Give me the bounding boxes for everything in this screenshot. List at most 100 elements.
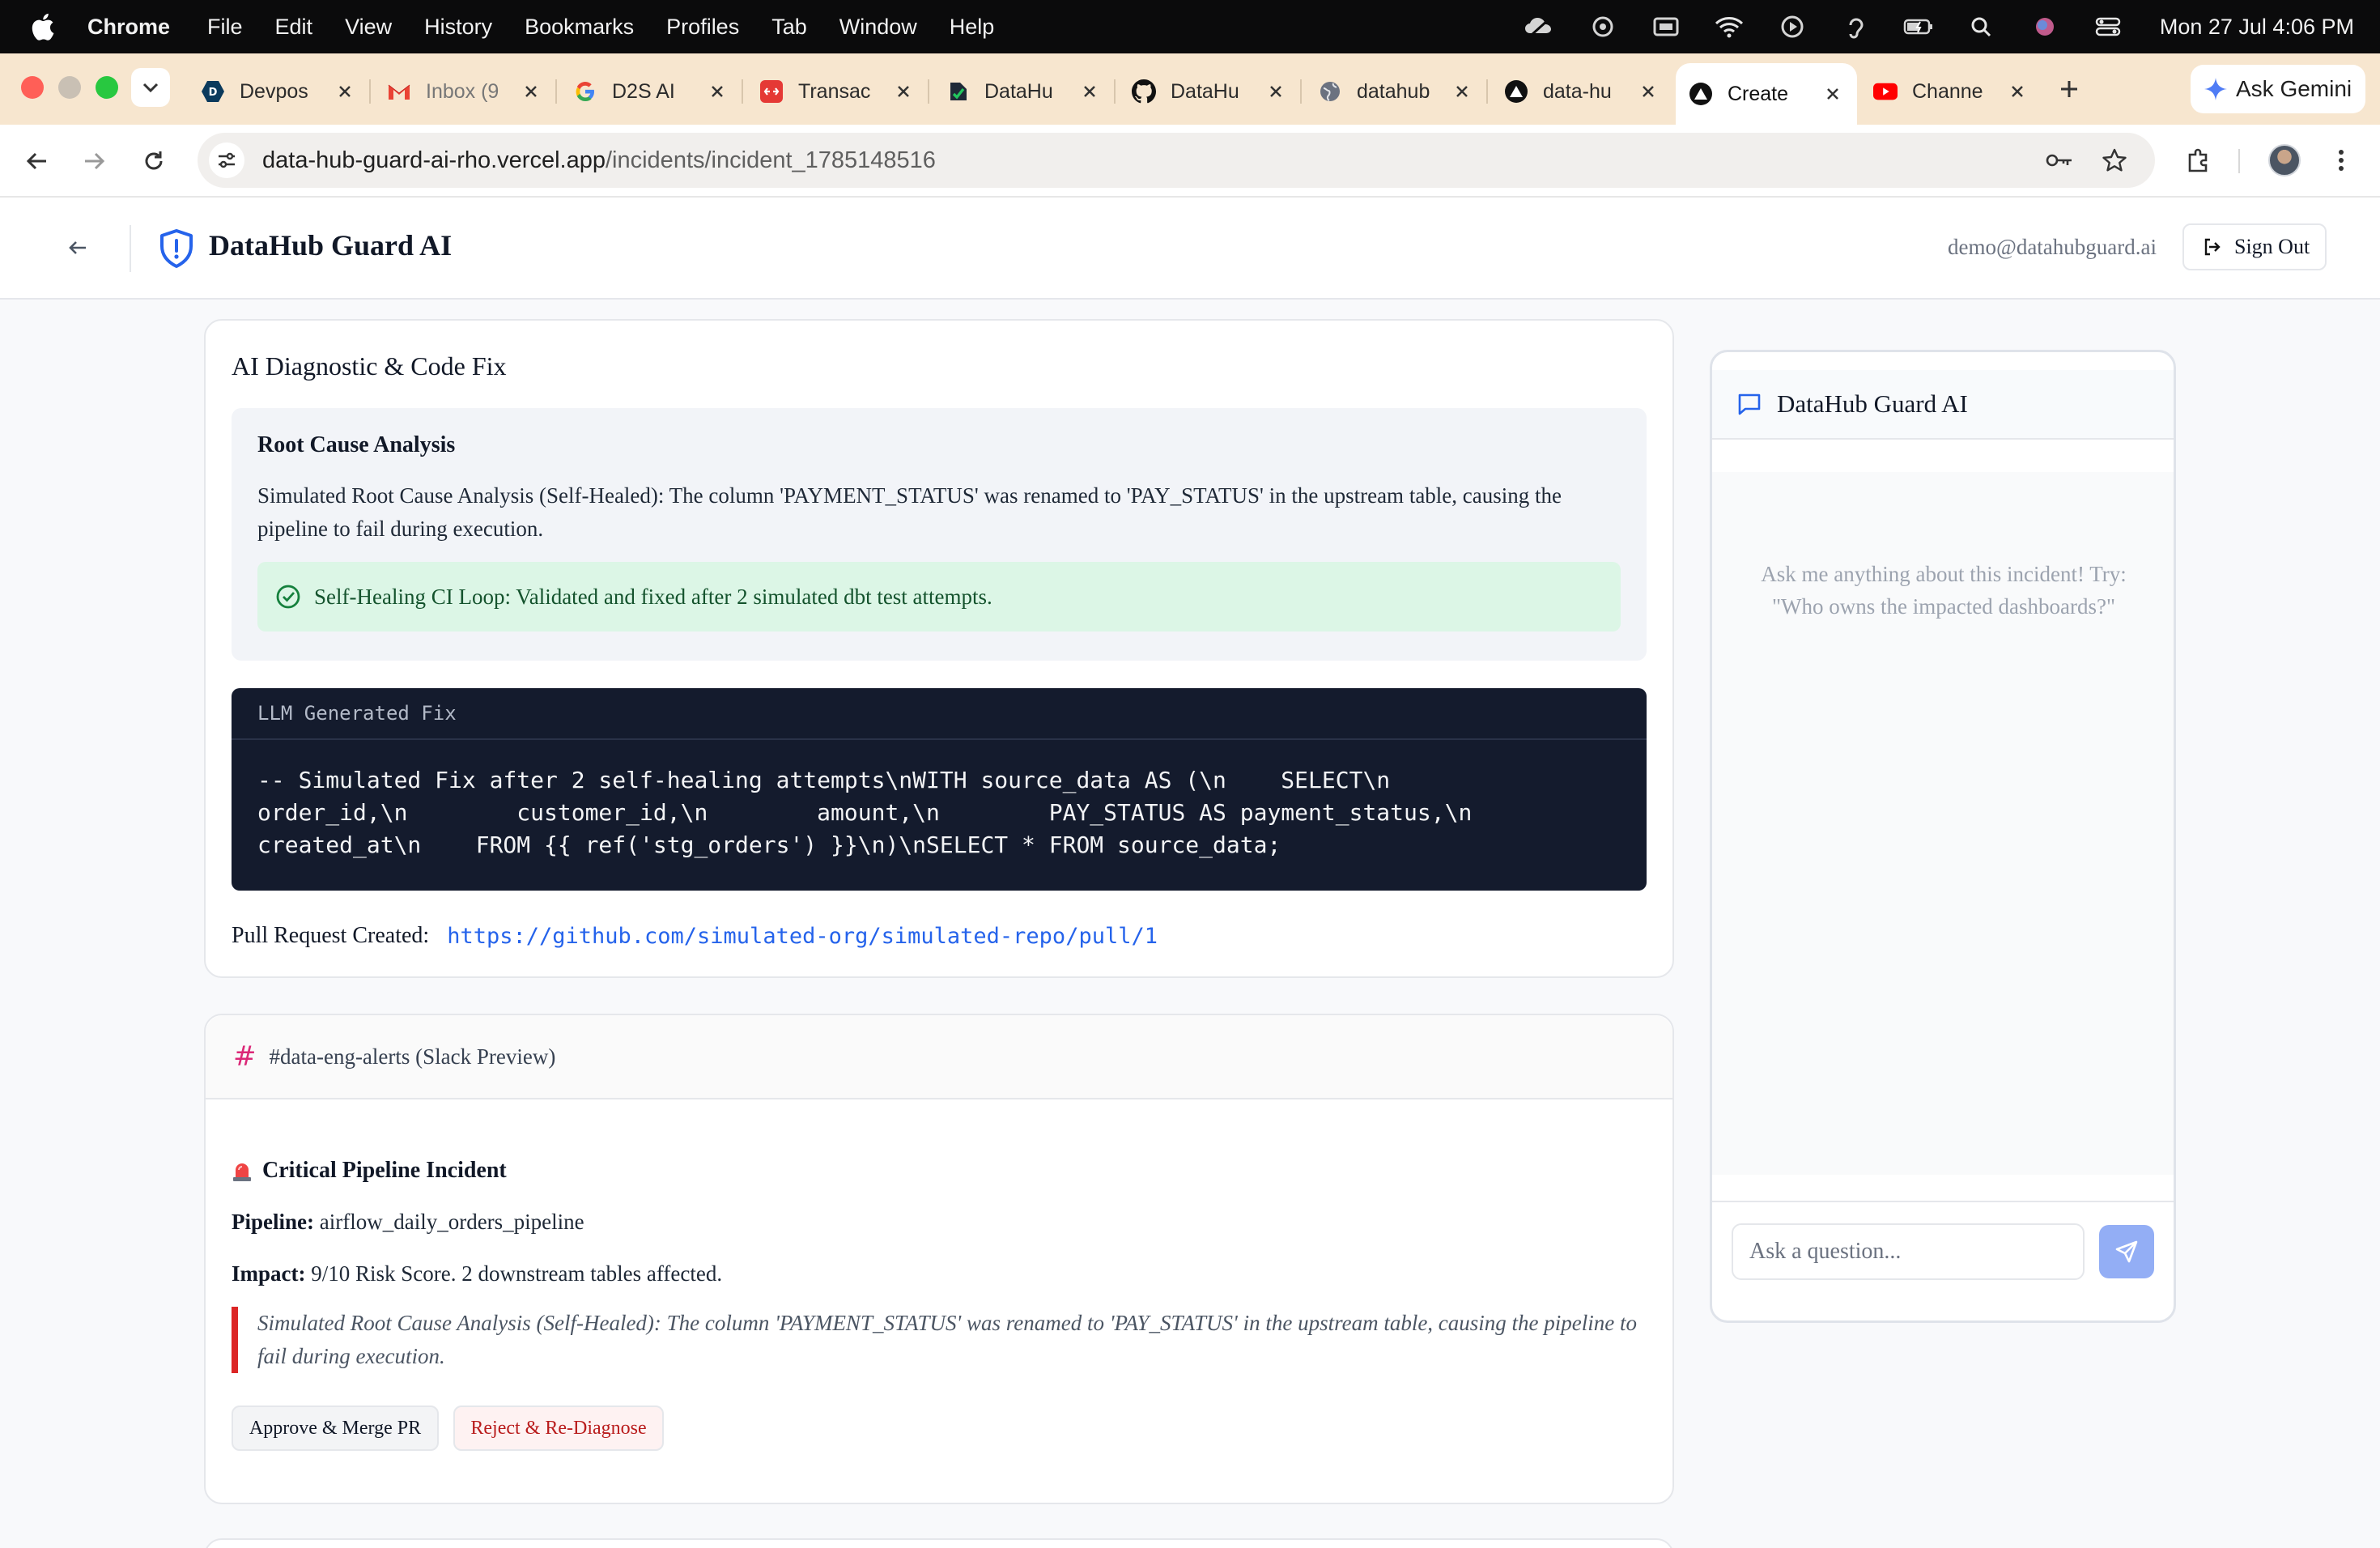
avatar (2268, 144, 2301, 176)
window-close-button[interactable] (21, 76, 44, 99)
tab-close-icon[interactable] (2006, 80, 2029, 103)
menu-window[interactable]: Window (839, 15, 917, 40)
back-nav-button[interactable] (60, 230, 96, 266)
code-line: created_at\n FROM {{ ref('stg_orders') }… (257, 831, 1281, 858)
tab-close-icon[interactable] (334, 80, 356, 103)
tab-close-icon[interactable] (892, 80, 915, 103)
pipeline-value: airflow_daily_orders_pipeline (319, 1210, 584, 1234)
menu-file[interactable]: File (207, 15, 243, 40)
pull-request-link[interactable]: https://github.com/simulated-org/simulat… (447, 924, 1158, 949)
tab-title: Create (1728, 82, 1789, 105)
siren-icon (233, 1163, 251, 1181)
tab-title: Transac (798, 79, 871, 103)
send-button[interactable] (2099, 1225, 2154, 1278)
slack-channel-header: # #data-eng-alerts (Slack Preview) (206, 1015, 1672, 1099)
tab-close-icon[interactable] (1821, 83, 1844, 105)
gemini-sparkle-icon (2204, 78, 2227, 100)
back-button[interactable] (19, 143, 55, 179)
chat-title: DataHub Guard AI (1777, 389, 1968, 418)
url-path: /incidents/incident_1785148516 (605, 147, 936, 173)
plus-icon (2061, 81, 2077, 97)
vercel-icon (1689, 82, 1713, 106)
menu-tab[interactable]: Tab (771, 15, 807, 40)
hearing-icon[interactable] (1839, 14, 1872, 40)
browser-tab[interactable]: DataHu (933, 65, 1116, 118)
app-header: DataHub Guard AI demo@datahubguard.ai Si… (0, 198, 2380, 300)
window-zoom-button[interactable] (96, 76, 118, 99)
tab-search-button[interactable] (131, 68, 170, 107)
youtube-icon (1873, 79, 1898, 104)
next-card-edge (204, 1538, 1674, 1548)
hash-icon: # (233, 1040, 257, 1073)
header-divider (130, 225, 131, 272)
pipeline-row: Pipeline: airflow_daily_orders_pipeline (232, 1210, 584, 1235)
extensions-icon[interactable] (2181, 142, 2216, 178)
tab-close-icon[interactable] (1078, 80, 1101, 103)
sync-icon[interactable] (1587, 14, 1619, 40)
play-circle-icon[interactable] (1776, 14, 1808, 40)
window-minimize-button[interactable] (58, 76, 81, 99)
message-square-icon (1738, 393, 1761, 415)
impact-row: Impact: 9/10 Risk Score. 2 downstream ta… (232, 1261, 722, 1286)
rca-heading: Root Cause Analysis (257, 432, 456, 457)
code-content: -- Simulated Fix after 2 self-healing at… (232, 740, 1647, 886)
browser-tab[interactable]: Channe (1860, 65, 2042, 118)
spotlight-search-icon[interactable] (1966, 14, 1998, 40)
tab-close-icon[interactable] (1637, 80, 1660, 103)
bookmark-star-icon[interactable] (2098, 144, 2131, 176)
browser-tab-active[interactable]: Create (1676, 63, 1857, 125)
apple-menu-icon[interactable] (29, 11, 60, 42)
wifi-icon[interactable] (1713, 14, 1745, 40)
browser-tab[interactable]: DataHu (1119, 65, 1302, 118)
ask-gemini-button[interactable]: Ask Gemini (2191, 65, 2365, 113)
menu-history[interactable]: History (424, 15, 492, 40)
profile-avatar[interactable] (2267, 142, 2302, 178)
tab-close-icon[interactable] (1451, 80, 1473, 103)
menu-view[interactable]: View (345, 15, 392, 40)
browser-tab[interactable]: D2S AI (560, 65, 743, 118)
reload-button[interactable] (136, 143, 172, 179)
svg-text:D: D (209, 87, 218, 99)
tab-close-icon[interactable] (706, 80, 729, 103)
browser-tab[interactable]: data-hu (1491, 65, 1672, 118)
incident-title: Critical Pipeline Incident (232, 1158, 507, 1184)
chrome-menu-icon[interactable] (2323, 142, 2359, 178)
forward-button[interactable] (76, 143, 112, 179)
menu-app-name[interactable]: Chrome (87, 15, 170, 40)
siri-icon[interactable] (2029, 14, 2061, 40)
datahub-icon (946, 79, 970, 104)
approve-merge-button[interactable]: Approve & Merge PR (232, 1406, 439, 1451)
browser-tab[interactable]: datahub (1305, 65, 1488, 118)
menu-help[interactable]: Help (950, 15, 995, 40)
tab-close-icon[interactable] (1264, 80, 1287, 103)
menu-profiles[interactable]: Profiles (666, 15, 739, 40)
menu-bookmarks[interactable]: Bookmarks (525, 15, 634, 40)
pipeline-label: Pipeline: (232, 1210, 314, 1234)
tab-close-icon[interactable] (520, 80, 542, 103)
github-icon (1132, 79, 1156, 104)
sign-out-label: Sign Out (2234, 235, 2310, 258)
site-settings-icon[interactable] (209, 142, 244, 178)
browser-tab[interactable]: Transac (746, 65, 929, 118)
address-bar[interactable]: data-hub-guard-ai-rho.vercel.app/inciden… (198, 133, 2155, 188)
check-circle-icon (276, 585, 300, 609)
chat-messages: Ask me anything about this incident! Try… (1712, 472, 2174, 1175)
creative-cloud-icon[interactable] (1524, 14, 1556, 40)
browser-tab[interactable]: D Devpos (188, 65, 371, 118)
control-center-icon[interactable] (2092, 14, 2124, 40)
log-out-icon (2204, 238, 2221, 256)
new-tab-button[interactable] (2053, 73, 2085, 105)
tab-title: Inbox (9 (426, 79, 499, 103)
display-icon[interactable] (1650, 14, 1682, 40)
menu-clock[interactable]: Mon 27 Jul 4:06 PM (2160, 15, 2354, 40)
root-cause-analysis-panel: Root Cause Analysis Simulated Root Cause… (232, 408, 1647, 661)
menu-edit[interactable]: Edit (275, 15, 313, 40)
battery-icon[interactable] (1902, 14, 1935, 40)
browser-tab[interactable]: Inbox (9 (374, 65, 557, 118)
reject-rediagnose-button[interactable]: Reject & Re-Diagnose (453, 1406, 664, 1451)
password-key-icon[interactable] (2043, 144, 2076, 176)
chat-question-input[interactable] (1732, 1223, 2085, 1280)
chat-panel: DataHub Guard AI Ask me anything about t… (1710, 350, 2176, 1323)
browser-tab-strip: D Devpos Inbox (9 D2S AI Transac DataHu … (0, 53, 2380, 125)
sign-out-button[interactable]: Sign Out (2182, 223, 2327, 270)
